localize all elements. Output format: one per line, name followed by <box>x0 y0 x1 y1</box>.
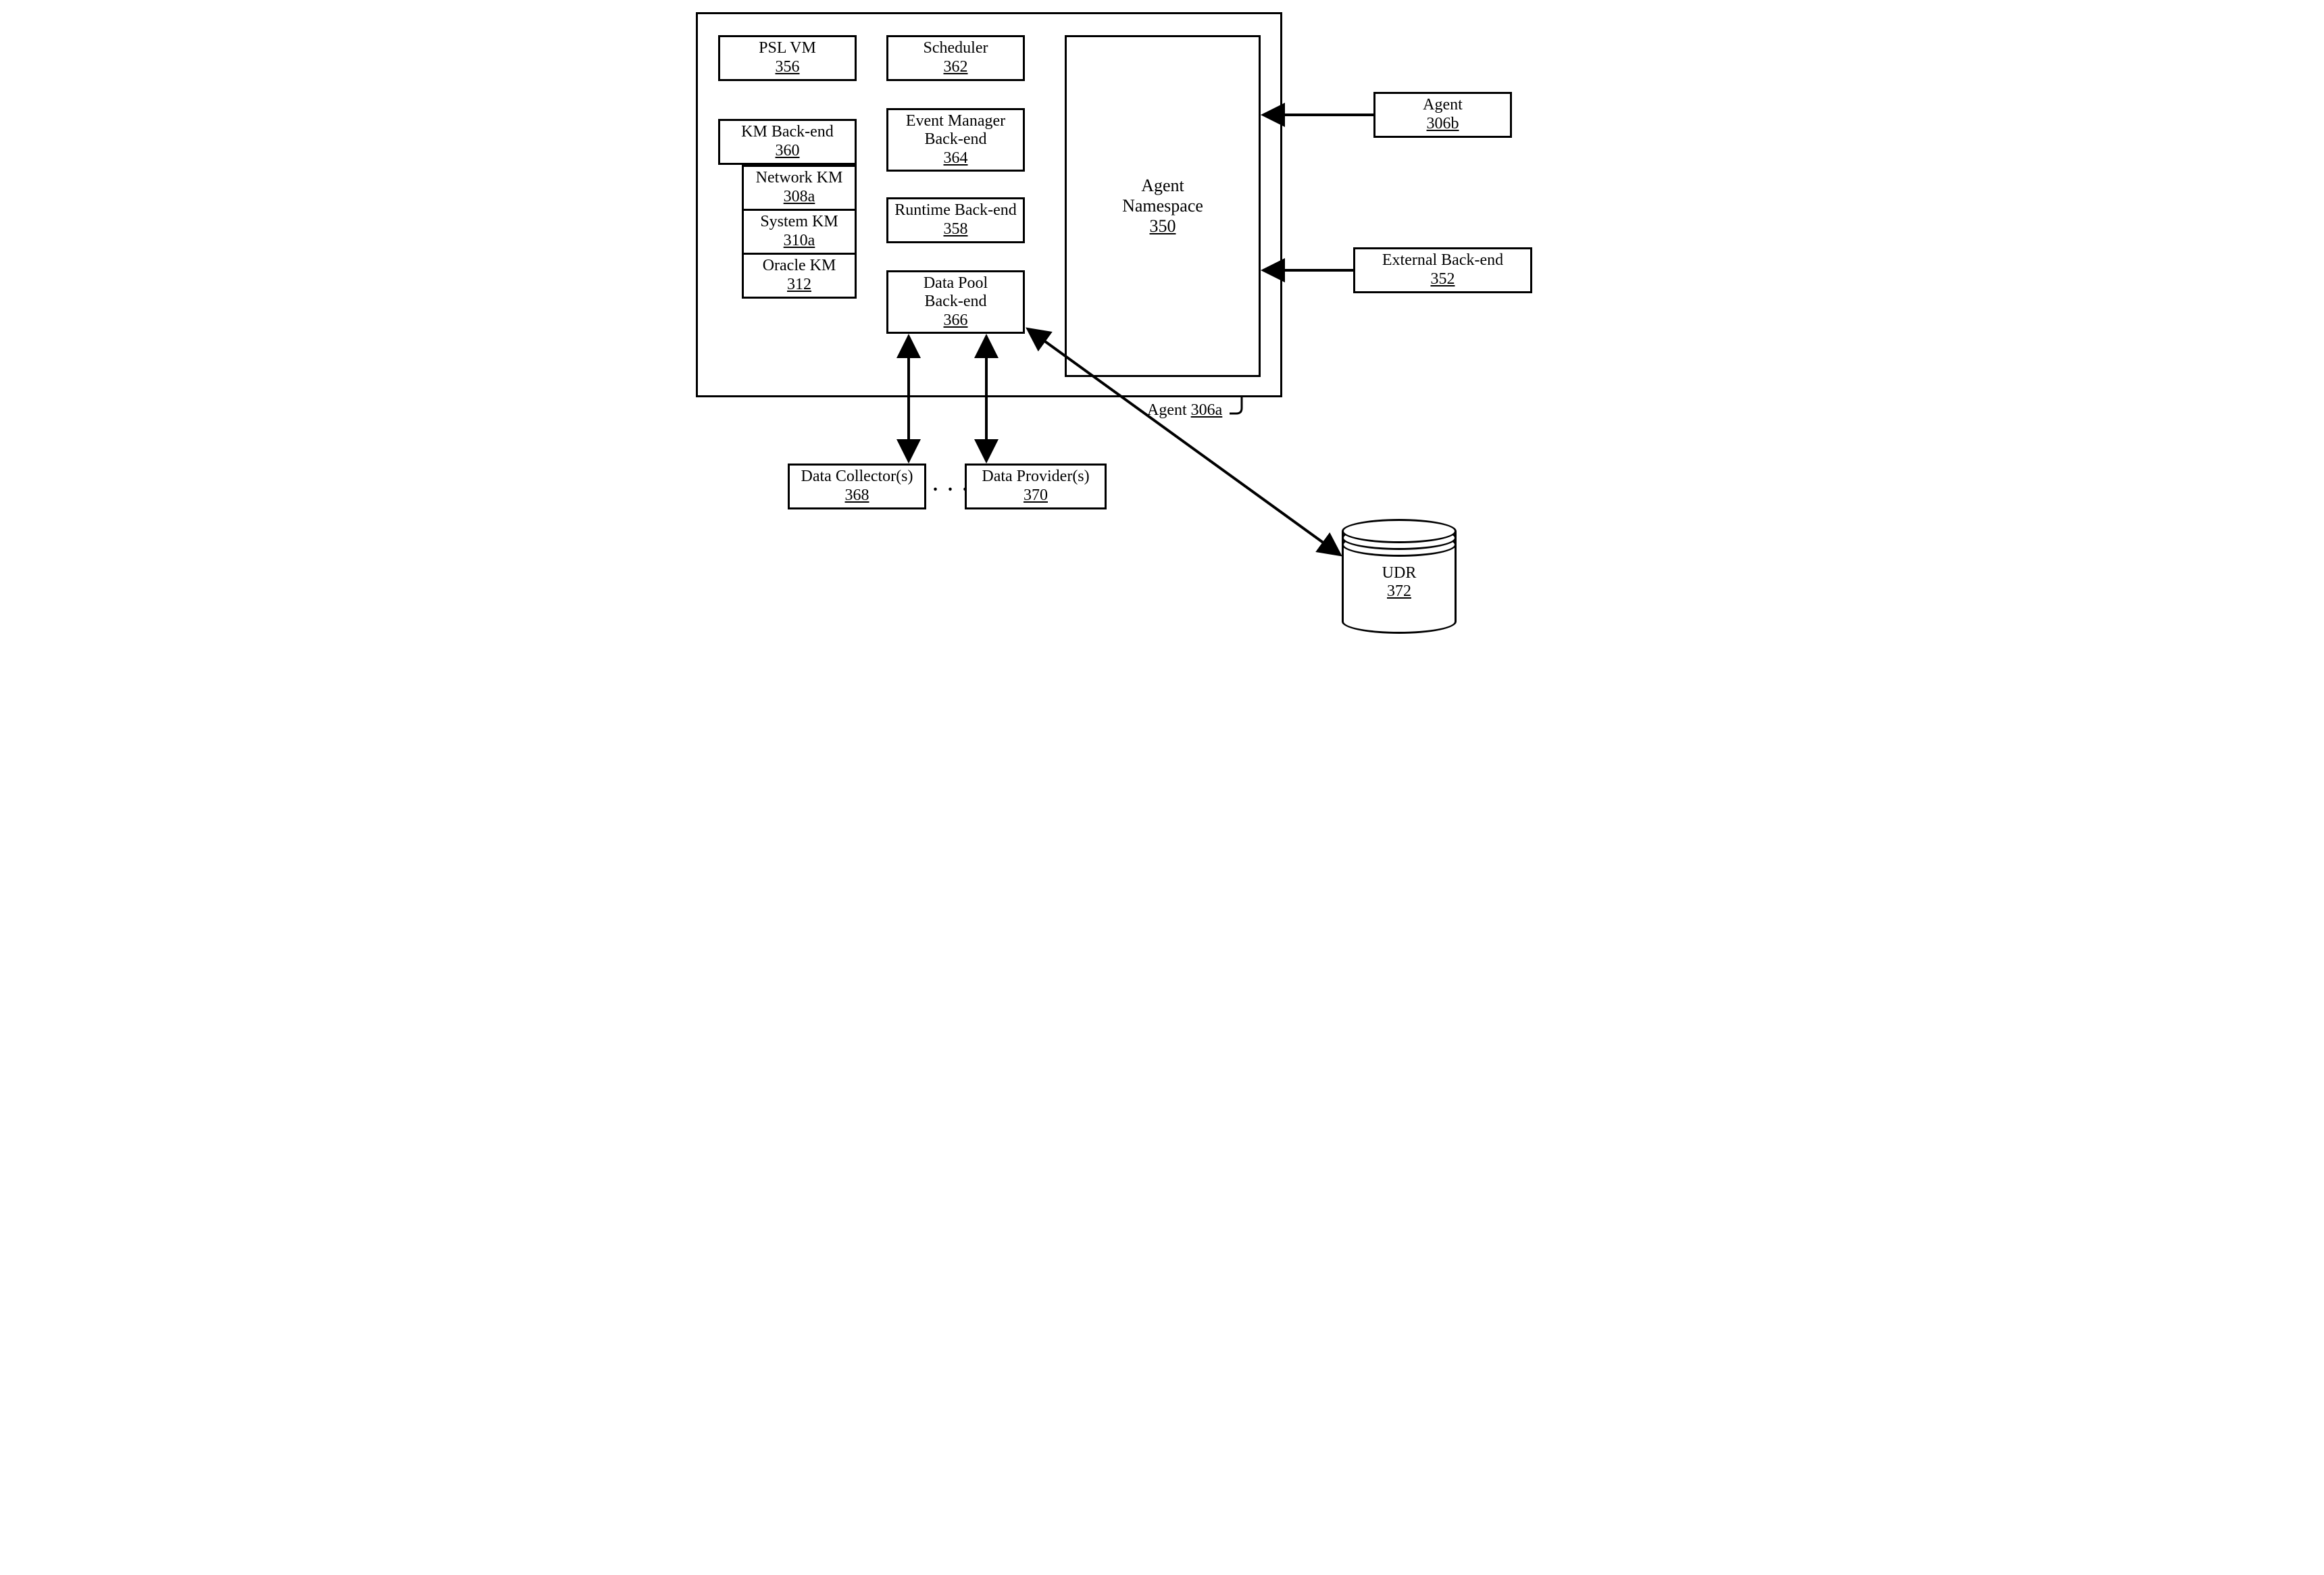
udr-label: UDR <box>1382 564 1417 582</box>
external-backend-num: 352 <box>1431 270 1455 289</box>
psl-vm-label: PSL VM <box>759 39 816 58</box>
data-collectors-box: Data Collector(s) 368 <box>788 464 926 509</box>
data-providers-num: 370 <box>1024 486 1048 505</box>
agent-container-label-num: 306a <box>1191 401 1223 419</box>
event-manager-box: Event Manager Back-end 364 <box>886 108 1025 172</box>
oracle-km-label: Oracle KM <box>763 257 836 276</box>
km-backend-box: KM Back-end 360 <box>718 119 857 165</box>
system-km-box: System KM 310a <box>742 209 857 255</box>
network-km-label: Network KM <box>756 169 843 188</box>
agent-namespace-num: 350 <box>1150 216 1176 236</box>
data-providers-label: Data Provider(s) <box>982 468 1089 486</box>
agent-namespace-label1: Agent <box>1141 176 1184 196</box>
runtime-backend-label: Runtime Back-end <box>894 201 1017 220</box>
scheduler-num: 362 <box>944 58 968 77</box>
container-label-hook <box>1230 397 1242 414</box>
km-backend-num: 360 <box>776 142 800 161</box>
data-pool-label2: Back-end <box>925 293 987 311</box>
external-backend-label: External Back-end <box>1382 251 1503 270</box>
agent-container-label: Agent 306a <box>1147 401 1222 420</box>
oracle-km-box: Oracle KM 312 <box>742 253 857 299</box>
agent-namespace-box: Agent Namespace 350 <box>1065 35 1261 377</box>
event-manager-label2: Back-end <box>925 130 987 149</box>
scheduler-label: Scheduler <box>924 39 988 58</box>
data-pool-box: Data Pool Back-end 366 <box>886 270 1025 334</box>
psl-vm-num: 356 <box>776 58 800 77</box>
agent-external-label: Agent <box>1423 96 1463 115</box>
network-km-box: Network KM 308a <box>742 165 857 211</box>
agent-container-label-prefix: Agent <box>1147 401 1191 419</box>
runtime-backend-box: Runtime Back-end 358 <box>886 197 1025 243</box>
udr-cylinder: UDR 372 <box>1342 519 1457 634</box>
runtime-backend-num: 358 <box>944 220 968 239</box>
data-collectors-num: 368 <box>845 486 869 505</box>
agent-external-box: Agent 306b <box>1373 92 1512 138</box>
psl-vm-box: PSL VM 356 <box>718 35 857 81</box>
event-manager-num: 364 <box>944 149 968 168</box>
external-backend-box: External Back-end 352 <box>1353 247 1532 293</box>
oracle-km-num: 312 <box>787 276 811 295</box>
data-pool-label1: Data Pool <box>924 274 988 293</box>
diagram-canvas: PSL VM 356 KM Back-end 360 Network KM 30… <box>676 0 1648 659</box>
network-km-num: 308a <box>784 188 815 207</box>
agent-namespace-label2: Namespace <box>1122 196 1203 216</box>
scheduler-box: Scheduler 362 <box>886 35 1025 81</box>
data-collectors-label: Data Collector(s) <box>801 468 913 486</box>
agent-external-num: 306b <box>1427 115 1459 134</box>
system-km-label: System KM <box>760 213 838 232</box>
udr-num: 372 <box>1387 582 1411 600</box>
data-providers-box: Data Provider(s) 370 <box>965 464 1107 509</box>
event-manager-label1: Event Manager <box>906 112 1005 131</box>
km-backend-label: KM Back-end <box>741 123 834 142</box>
ellipsis-label: . . . <box>933 474 970 496</box>
data-pool-num: 366 <box>944 311 968 330</box>
system-km-num: 310a <box>784 232 815 251</box>
